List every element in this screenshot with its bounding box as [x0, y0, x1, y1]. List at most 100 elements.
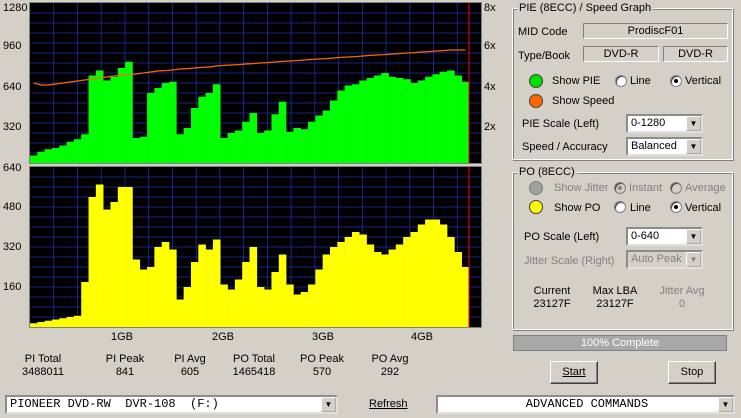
- po-bar: [81, 282, 89, 327]
- po-scale-select[interactable]: 0-640 ▼: [626, 227, 703, 246]
- speed-y-tick: 4x: [484, 81, 496, 93]
- pie-bar: [454, 75, 462, 163]
- pie-bar: [417, 80, 426, 163]
- po-line-label[interactable]: Line: [630, 202, 651, 214]
- chevron-down-icon[interactable]: ▼: [686, 116, 701, 131]
- stat-value: 841: [115, 366, 135, 378]
- speed-accuracy-value: Balanced: [631, 140, 677, 152]
- pie-vertical-label[interactable]: Vertical: [685, 75, 721, 87]
- stat-value: 1465418: [232, 366, 276, 378]
- po-bar: [242, 262, 250, 327]
- po-bar: [95, 184, 104, 327]
- show-pie-label[interactable]: Show PIE: [552, 75, 600, 87]
- pie-bar: [125, 61, 133, 163]
- pie-group-title: PIE (8ECC) / Speed Graph: [517, 2, 654, 14]
- jitter-average-radio: [670, 182, 682, 194]
- speed-accuracy-select[interactable]: Balanced ▼: [626, 137, 703, 156]
- pie-bar: [447, 70, 455, 163]
- po-bar: [59, 318, 67, 327]
- pie-bar: [51, 148, 60, 163]
- jitter-scale-select: Auto Peak ▼: [626, 250, 703, 269]
- po-bar: [439, 224, 448, 327]
- stop-button[interactable]: Stop: [668, 361, 716, 384]
- po-bar: [132, 259, 141, 327]
- x-tick: 2GB: [211, 331, 234, 343]
- pie-scale-select[interactable]: 0-1280 ▼: [626, 114, 703, 133]
- speed-y-tick: 8x: [484, 2, 496, 14]
- pie-bar: [410, 83, 419, 163]
- stat-value: 570: [312, 366, 332, 378]
- po-group-title: PO (8ECC): [517, 166, 577, 178]
- po-bar: [147, 267, 155, 327]
- pie-bar: [147, 93, 155, 163]
- po-bar: [300, 292, 309, 327]
- po-bar: [205, 249, 214, 327]
- po-bar: [271, 272, 280, 327]
- pie-bar: [183, 128, 192, 163]
- stat-po-avg: PO Avg 292: [355, 353, 425, 379]
- po-bar: [220, 284, 228, 327]
- stat-pi-avg: PI Avg 605: [155, 353, 225, 379]
- po-y-tick: 320: [3, 241, 22, 253]
- pie-bar: [73, 139, 82, 163]
- po-bar: [176, 299, 184, 327]
- po-color-icon[interactable]: [529, 200, 543, 214]
- pie-color-icon[interactable]: [529, 74, 543, 88]
- pie-line-label[interactable]: Line: [630, 75, 651, 87]
- jitter-avg: Jitter Avg 0: [647, 285, 717, 311]
- show-jitter-label: Show Jitter: [554, 182, 609, 194]
- advanced-commands-select[interactable]: ADVANCED COMMANDS ▼: [436, 395, 735, 414]
- jitter-scale-value: Auto Peak: [631, 253, 682, 265]
- stat-pi-peak: PI Peak 841: [90, 353, 160, 379]
- po-vertical-radio[interactable]: [670, 201, 682, 213]
- po-bar: [227, 289, 236, 327]
- po-y-tick: 480: [3, 201, 22, 213]
- chevron-down-icon[interactable]: ▼: [686, 139, 701, 154]
- pie-bar: [242, 121, 250, 163]
- chevron-down-icon[interactable]: ▼: [718, 397, 733, 412]
- mid-code-field: ProdiscF01: [583, 23, 728, 39]
- po-bar: [183, 287, 192, 327]
- max-lba-label: Max LBA: [592, 285, 638, 297]
- pie-bar: [256, 133, 265, 163]
- pie-bar: [286, 131, 294, 163]
- pie-bar: [205, 93, 214, 163]
- po-bar: [337, 242, 345, 327]
- pie-bar: [344, 85, 353, 163]
- pie-bar: [322, 110, 331, 163]
- start-button[interactable]: Start: [550, 361, 598, 384]
- pie-vertical-radio[interactable]: [670, 75, 682, 87]
- pie-bar: [366, 78, 375, 163]
- stat-value: 605: [180, 366, 200, 378]
- po-bar: [256, 287, 265, 327]
- show-speed-label[interactable]: Show Speed: [552, 95, 614, 107]
- chevron-down-icon[interactable]: ▼: [321, 397, 336, 412]
- speed-color-icon[interactable]: [529, 94, 543, 108]
- po-bar: [117, 187, 126, 327]
- pie-bar: [227, 133, 236, 163]
- pie-y-tick: 1280: [3, 2, 28, 14]
- chevron-down-icon[interactable]: ▼: [686, 229, 701, 244]
- pie-line-radio[interactable]: [615, 75, 627, 87]
- pie-bar: [388, 76, 397, 163]
- stat-label: PI Avg: [174, 353, 206, 365]
- refresh-button[interactable]: Refresh: [369, 398, 408, 410]
- po-bar: [322, 254, 331, 327]
- jitter-avg-value: 0: [678, 298, 686, 310]
- po-bar: [410, 232, 419, 327]
- po-vertical-label[interactable]: Vertical: [685, 202, 721, 214]
- drive-select[interactable]: PIONEER DVD-RW DVR-108 (F:) ▼: [5, 395, 338, 414]
- po-bar: [103, 209, 111, 327]
- po-bar: [286, 284, 294, 327]
- pie-bar: [37, 151, 45, 163]
- po-bar: [161, 242, 170, 327]
- pie-bar: [212, 84, 221, 163]
- po-graph: [29, 166, 482, 328]
- po-bar: [293, 294, 302, 327]
- po-line-radio[interactable]: [614, 201, 626, 213]
- po-bar: [344, 237, 353, 327]
- pie-bar: [300, 129, 309, 163]
- show-po-label[interactable]: Show PO: [554, 202, 600, 214]
- x-tick: 4GB: [410, 331, 433, 343]
- stat-pi-total: PI Total 3488011: [8, 353, 78, 379]
